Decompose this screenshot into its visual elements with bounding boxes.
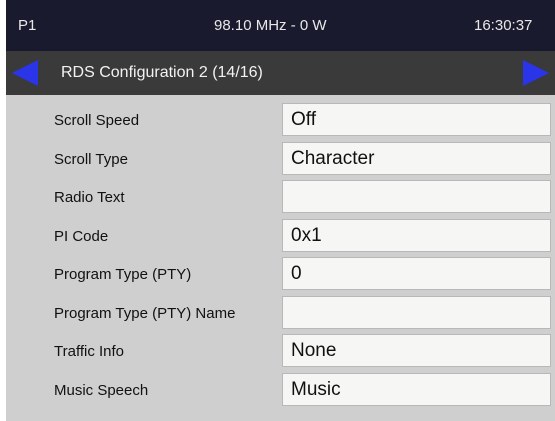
setting-label: Radio Text — [54, 189, 125, 206]
setting-value-field[interactable] — [282, 180, 551, 213]
setting-label: Traffic Info — [54, 343, 125, 360]
setting-value-field[interactable]: Character — [282, 141, 551, 175]
preset-indicator: P1 — [18, 17, 37, 34]
setting-row-scroll-type[interactable]: Scroll Type Character — [6, 140, 555, 179]
setting-value-field[interactable]: 0 — [282, 257, 551, 290]
device-screen: P1 98.10 MHz - 0 W 16:30:37 RDS Configur… — [6, 0, 555, 421]
setting-value-field[interactable] — [282, 295, 551, 329]
previous-page-arrow-icon[interactable] — [12, 60, 38, 86]
clock: 16:30:37 — [474, 17, 533, 34]
setting-value-field[interactable]: None — [282, 334, 551, 367]
setting-label: PI Code — [54, 227, 109, 245]
setting-row-traffic-info[interactable]: Traffic Info None — [6, 332, 555, 371]
status-bar: P1 98.10 MHz - 0 W 16:30:37 — [6, 0, 555, 51]
page-title: RDS Configuration 2 (14/16) — [61, 64, 263, 81]
setting-row-scroll-speed[interactable]: Scroll Speed Off — [6, 101, 555, 140]
setting-label: Music Speech — [54, 381, 149, 399]
setting-label: Program Type (PTY) — [54, 266, 192, 283]
setting-row-radio-text[interactable]: Radio Text — [6, 178, 555, 217]
setting-value-field[interactable]: 0x1 — [282, 218, 551, 252]
setting-label: Scroll Speed — [54, 112, 140, 129]
setting-row-music-speech[interactable]: Music Speech Music — [6, 371, 555, 410]
next-page-arrow-icon[interactable] — [523, 60, 549, 86]
setting-value-field[interactable]: Off — [282, 103, 551, 136]
setting-label: Scroll Type — [54, 150, 128, 168]
setting-value-field[interactable]: Music — [282, 372, 551, 406]
setting-row-program-type[interactable]: Program Type (PTY) 0 — [6, 255, 555, 294]
setting-row-pi-code[interactable]: PI Code 0x1 — [6, 217, 555, 256]
settings-list: Scroll Speed Off Scroll Type Character R… — [6, 101, 555, 409]
setting-row-program-type-name[interactable]: Program Type (PTY) Name — [6, 294, 555, 333]
setting-label: Program Type (PTY) Name — [54, 304, 236, 322]
frequency-power-readout: 98.10 MHz - 0 W — [214, 17, 327, 34]
page-header: RDS Configuration 2 (14/16) — [6, 51, 555, 95]
